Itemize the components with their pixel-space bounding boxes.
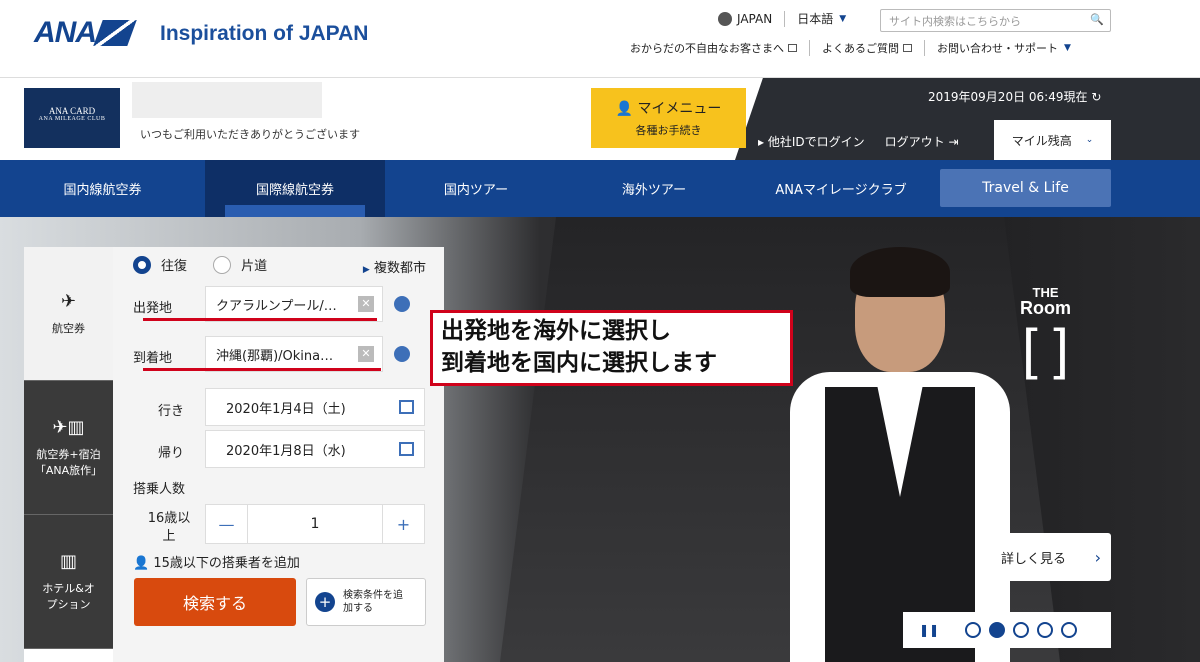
multi-city-link[interactable]: ▶ 複数都市 xyxy=(363,257,426,276)
mymenu-button[interactable]: 👤 マイメニュー 各種お手続き xyxy=(591,88,746,148)
trip-oneway[interactable]: 片道 xyxy=(213,255,267,274)
carousel-dot[interactable] xyxy=(1013,622,1030,638)
departure-field[interactable]: クアラルンプール/… ✕ xyxy=(205,286,383,322)
ana-card-logo: ANA CARD ANA MILEAGE CLUB xyxy=(24,88,120,148)
adult-count-stepper: — 1 + xyxy=(205,504,425,544)
calendar-icon[interactable] xyxy=(399,442,414,456)
depart-date-label: 行き xyxy=(158,404,185,419)
nav-overseas-tours[interactable]: 海外ツアー xyxy=(567,160,741,217)
clear-icon[interactable]: ✕ xyxy=(358,296,374,312)
search-icon[interactable]: 🔍 xyxy=(1090,13,1104,26)
new-window-icon xyxy=(903,44,912,52)
refresh-icon[interactable]: ↻ xyxy=(1091,90,1101,104)
the-room-logo: THE Room [ ] xyxy=(1020,285,1071,380)
miles-balance-dropdown[interactable]: マイル残高 ⌄ xyxy=(994,120,1111,160)
ana-logo[interactable]: ANA xyxy=(34,16,137,50)
member-name-redacted xyxy=(132,82,322,118)
carousel-dot-active[interactable] xyxy=(989,622,1006,638)
return-date-field[interactable]: 2020年1月8日（水) xyxy=(205,430,425,468)
chevron-down-icon: ▼ xyxy=(1064,43,1071,53)
user-icon: 👤 xyxy=(615,101,638,117)
booking-panel: ✈ 航空券 ✈▥ 航空券+宿泊「ANA旅作」 ▥ ホテル&オプション 往復 片道 ▶ … xyxy=(24,247,444,662)
nav-domestic-flights[interactable]: 国内線航空券 xyxy=(0,160,205,217)
chevron-down-icon: ⌄ xyxy=(1085,135,1094,145)
person-image xyxy=(770,247,1030,662)
add-conditions-button[interactable]: + 検索条件を追加する xyxy=(306,578,426,626)
nav-mileage-club[interactable]: ANAマイレージクラブ xyxy=(741,160,941,217)
site-search-input[interactable]: サイト内検索はこちらから 🔍 xyxy=(880,9,1111,32)
region-selector[interactable]: JAPAN xyxy=(737,12,772,26)
increment-button[interactable]: + xyxy=(382,505,424,543)
decrement-button[interactable]: — xyxy=(206,505,248,543)
nav-travel-life[interactable]: Travel & Life xyxy=(940,169,1111,207)
add-person-icon: 👤 xyxy=(133,556,150,571)
to-underline xyxy=(143,368,381,371)
welcome-text: いつもご利用いただきありがとうございます xyxy=(140,128,360,141)
depart-date-field[interactable]: 2020年1月4日（土) xyxy=(205,388,425,426)
adult-label: 16歳以上 xyxy=(147,511,191,544)
logo-text: ANA xyxy=(34,16,97,49)
tab-flights[interactable]: ✈ 航空券 xyxy=(24,247,113,381)
tab-hotel-options[interactable]: ▥ ホテル&オプション xyxy=(24,515,113,649)
annotation-callout: 出発地を海外に選択し 到着地を国内に選択します xyxy=(430,310,793,386)
adult-count-value[interactable]: 1 xyxy=(248,505,382,543)
pause-icon[interactable]: ❚❚ xyxy=(919,623,939,637)
other-id-login-link[interactable]: ▸ 他社IDでログイン xyxy=(758,133,865,150)
calendar-icon[interactable] xyxy=(399,400,414,414)
logout-icon: ⇥ xyxy=(948,135,959,149)
site-header: ANA Inspiration of JAPAN JAPAN 日本語 ▼ サイト… xyxy=(0,0,1200,78)
building-icon: ▥ xyxy=(59,551,77,572)
carousel-dot[interactable] xyxy=(1061,622,1078,638)
new-window-icon xyxy=(788,44,797,52)
globe-icon[interactable] xyxy=(394,296,410,312)
logout-link[interactable]: ログアウト ⇥ xyxy=(885,133,959,150)
carousel-dot[interactable] xyxy=(1037,622,1054,638)
trip-roundtrip[interactable]: 往復 xyxy=(133,255,187,274)
passengers-label: 搭乗人数 xyxy=(133,482,186,497)
link-accessibility[interactable]: おからだの不自由なお客さまへ xyxy=(630,40,784,56)
language-selector[interactable]: 日本語 xyxy=(797,10,833,27)
chevron-right-icon: › xyxy=(1094,547,1101,567)
link-support[interactable]: お問い合わせ・サポート xyxy=(937,40,1058,56)
arrival-field[interactable]: 沖縄(那覇)/Okina… ✕ xyxy=(205,336,383,372)
return-date-label: 帰り xyxy=(158,446,185,461)
from-underline xyxy=(143,318,377,321)
logo-wing-icon xyxy=(93,20,137,46)
globe-icon xyxy=(718,11,732,26)
chevron-down-icon: ▼ xyxy=(839,13,847,24)
link-faq[interactable]: よくあるご質問 xyxy=(822,40,899,56)
radio-unchecked xyxy=(213,255,232,274)
airplane-icon: ✈ xyxy=(60,291,77,312)
to-label: 到着地 xyxy=(133,351,173,366)
search-button[interactable]: 検索する xyxy=(134,578,296,626)
more-details-button[interactable]: 詳しく見る › xyxy=(981,533,1111,581)
datetime: 2019年09月20日 06:49現在 ↻ xyxy=(928,90,1102,104)
flight-search-form: 往復 片道 ▶ 複数都市 出発地 クアラルンプール/… ✕ 到着地 沖縄(那覇)/… xyxy=(113,247,444,662)
tab-flight-hotel[interactable]: ✈▥ 航空券+宿泊「ANA旅作」 xyxy=(24,381,113,515)
carousel-controls: ❚❚ xyxy=(903,612,1111,648)
carousel-dot[interactable] xyxy=(965,622,982,638)
from-label: 出発地 xyxy=(133,301,173,316)
nav-domestic-tours[interactable]: 国内ツアー xyxy=(385,160,567,217)
nav-international-flights[interactable]: 国際線航空券 xyxy=(205,160,385,217)
tagline: Inspiration of JAPAN xyxy=(160,22,369,45)
plus-icon: + xyxy=(315,592,335,612)
globe-icon[interactable] xyxy=(394,346,410,362)
clear-icon[interactable]: ✕ xyxy=(358,346,374,362)
airplane-hotel-icon: ✈▥ xyxy=(52,417,85,438)
radio-checked xyxy=(133,255,151,274)
add-child-link[interactable]: 👤 15歳以下の搭乗者を追加 xyxy=(133,552,300,571)
